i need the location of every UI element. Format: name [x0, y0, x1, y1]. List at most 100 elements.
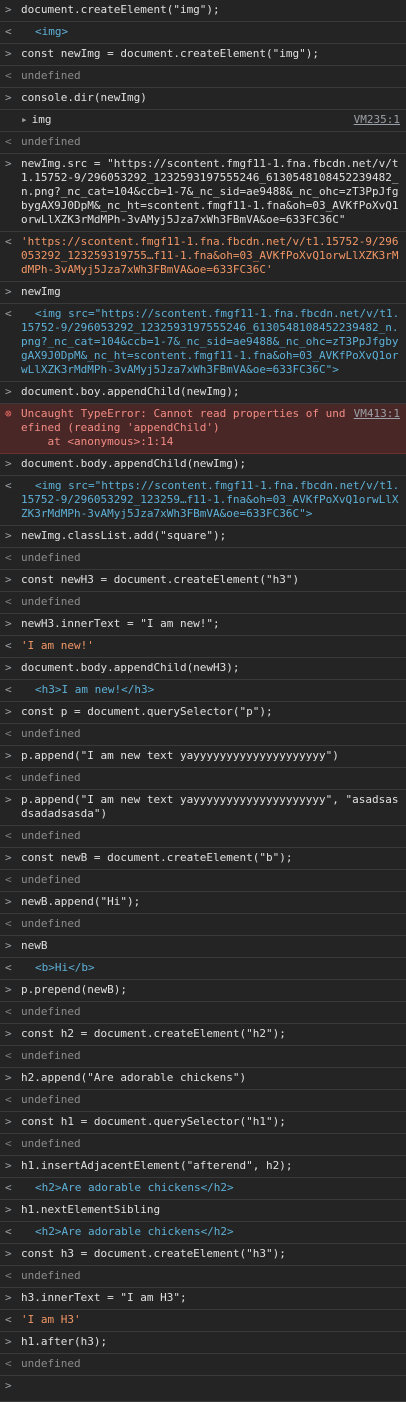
console-result-row: < undefined	[0, 1266, 406, 1288]
console-output-row: < <b>Hi</b>	[0, 958, 406, 980]
result-arrow-icon: <	[5, 69, 12, 82]
console-error-row: ⊗ VM413:1 Uncaught TypeError: Cannot read …	[0, 404, 406, 454]
console-result-row: < undefined	[0, 914, 406, 936]
prompt-chevron-icon: >	[5, 1379, 12, 1392]
console-text: undefined	[21, 1049, 81, 1062]
result-arrow-icon: <	[5, 917, 12, 930]
prompt-chevron-icon: >	[5, 1115, 12, 1128]
prompt-chevron-icon: >	[5, 1071, 12, 1084]
prompt-chevron-icon: >	[5, 1335, 12, 1348]
console-input-row[interactable]: > p.append("I am new text yayyyyyyyyyyyyy…	[0, 746, 406, 768]
console-input-row[interactable]: > const p = document.querySelector("p");	[0, 702, 406, 724]
console-text: const p = document.querySelector("p");	[21, 705, 273, 718]
console-result-row: < undefined	[0, 132, 406, 154]
prompt-chevron-icon: >	[5, 47, 12, 60]
console-text: const newB = document.createElement("b")…	[21, 851, 293, 864]
result-arrow-icon: <	[5, 683, 12, 696]
prompt-chevron-icon: >	[5, 457, 12, 470]
console-output-row: < 'I am new!'	[0, 636, 406, 658]
prompt-chevron-icon: >	[5, 3, 12, 16]
source-link[interactable]: VM413:1	[354, 407, 400, 421]
result-arrow-icon: <	[5, 25, 12, 38]
console-text: document.createElement("img");	[21, 3, 220, 16]
console-text: document.boy.appendChild(newImg);	[21, 385, 240, 398]
expand-triangle-icon[interactable]: ▸	[21, 113, 28, 126]
console-input-row[interactable]: > newImg	[0, 282, 406, 304]
console-text: undefined	[21, 771, 81, 784]
console-text: const h3 = document.createElement("h3");	[21, 1247, 286, 1260]
console-input-row[interactable]: > h1.after(h3);	[0, 1332, 406, 1354]
console-text: img	[31, 113, 52, 126]
console-input-row[interactable]: > document.boy.appendChild(newImg);	[0, 382, 406, 404]
console-text: newImg	[21, 285, 61, 298]
console-input-row[interactable]: > document.body.appendChild(newImg);	[0, 454, 406, 476]
console-text: p.prepend(newB);	[21, 983, 127, 996]
console-result-row: < undefined	[0, 724, 406, 746]
console-prompt[interactable]: >	[0, 1376, 406, 1402]
prompt-chevron-icon: >	[5, 91, 12, 104]
console-result-row: < undefined	[0, 548, 406, 570]
console-input-row[interactable]: > newImg.src = "https://scontent.fmgf11-1…	[0, 154, 406, 232]
result-arrow-icon: <	[5, 873, 12, 886]
console-input-row[interactable]: > h2.append("Are adorable chickens")	[0, 1068, 406, 1090]
console-input-row[interactable]: > newB.append("Hi");	[0, 892, 406, 914]
result-arrow-icon: <	[5, 135, 12, 148]
console-input-row[interactable]: > document.createElement("img");	[0, 0, 406, 22]
console-text: 'I am new!'	[21, 639, 94, 652]
prompt-chevron-icon: >	[5, 661, 12, 674]
console-output-row: < <img src="https://scontent.fmgf11-1.fna…	[0, 476, 406, 526]
prompt-chevron-icon: >	[5, 749, 12, 762]
console-input-row[interactable]: > const h3 = document.createElement("h3")…	[0, 1244, 406, 1266]
console-text: const newImg = document.createElement("i…	[21, 47, 320, 60]
result-arrow-icon: <	[5, 479, 12, 492]
console-input-row[interactable]: > p.prepend(newB);	[0, 980, 406, 1002]
console-text: <img src="https://scontent.fmgf11-1.fna.…	[21, 307, 400, 376]
result-arrow-icon: <	[5, 1181, 12, 1194]
prompt-chevron-icon: >	[5, 1159, 12, 1172]
prompt-chevron-icon: >	[5, 1291, 12, 1304]
console-input-row[interactable]: > p.append("I am new text yayyyyyyyyyyyyy…	[0, 790, 406, 826]
console-text: 'https://scontent.fmgf11-1.fna.fbcdn.net…	[21, 235, 399, 276]
console-log-row[interactable]: VM235:1 ▸ img	[0, 110, 406, 132]
console-input-row[interactable]: > newB	[0, 936, 406, 958]
console-output-row: < <img>	[0, 22, 406, 44]
error-icon: ⊗	[5, 407, 12, 420]
prompt-chevron-icon: >	[5, 1203, 12, 1216]
console-input-row[interactable]: > const h1 = document.querySelector("h1")…	[0, 1112, 406, 1134]
console-input-row[interactable]: > h3.innerText = "I am H3";	[0, 1288, 406, 1310]
console-input-row[interactable]: > const h2 = document.createElement("h2")…	[0, 1024, 406, 1046]
console-input-row[interactable]: > console.dir(newImg)	[0, 88, 406, 110]
console-text: <h3>I am new!</h3>	[35, 683, 155, 696]
devtools-console: > document.createElement("img"); < <img> > co…	[0, 0, 406, 1402]
console-text: 'I am H3'	[21, 1313, 81, 1326]
console-text: newImg.classList.add("square");	[21, 529, 227, 542]
console-text: undefined	[21, 1005, 81, 1018]
result-arrow-icon: <	[5, 829, 12, 842]
console-input-row[interactable]: > h1.nextElementSibling	[0, 1200, 406, 1222]
console-text: newB	[21, 939, 48, 952]
result-arrow-icon: <	[5, 595, 12, 608]
console-result-row: < undefined	[0, 1134, 406, 1156]
console-text: <b>Hi</b>	[35, 961, 95, 974]
console-input-row[interactable]: > h1.insertAdjacentElement("afterend", h2…	[0, 1156, 406, 1178]
result-arrow-icon: <	[5, 727, 12, 740]
console-input-row[interactable]: > document.body.appendChild(newH3);	[0, 658, 406, 680]
prompt-chevron-icon: >	[5, 385, 12, 398]
result-arrow-icon: <	[5, 771, 12, 784]
console-input-row[interactable]: > newImg.classList.add("square");	[0, 526, 406, 548]
console-text: undefined	[21, 917, 81, 930]
console-input-row[interactable]: > const newImg = document.createElement("…	[0, 44, 406, 66]
prompt-chevron-icon: >	[5, 895, 12, 908]
console-output-row: < <h3>I am new!</h3>	[0, 680, 406, 702]
prompt-chevron-icon: >	[5, 1247, 12, 1260]
console-result-row: < undefined	[0, 1090, 406, 1112]
console-output-row: < 'https://scontent.fmgf11-1.fna.fbcdn.ne…	[0, 232, 406, 282]
console-input-row[interactable]: > newH3.innerText = "I am new!";	[0, 614, 406, 636]
console-input-row[interactable]: > const newH3 = document.createElement("h…	[0, 570, 406, 592]
console-text: newH3.innerText = "I am new!";	[21, 617, 220, 630]
console-text: <img src="https://scontent.fmgf11-1.fna.…	[21, 479, 400, 520]
source-link[interactable]: VM235:1	[354, 113, 400, 127]
prompt-chevron-icon: >	[5, 705, 12, 718]
console-input-row[interactable]: > const newB = document.createElement("b"…	[0, 848, 406, 870]
result-arrow-icon: <	[5, 639, 12, 652]
